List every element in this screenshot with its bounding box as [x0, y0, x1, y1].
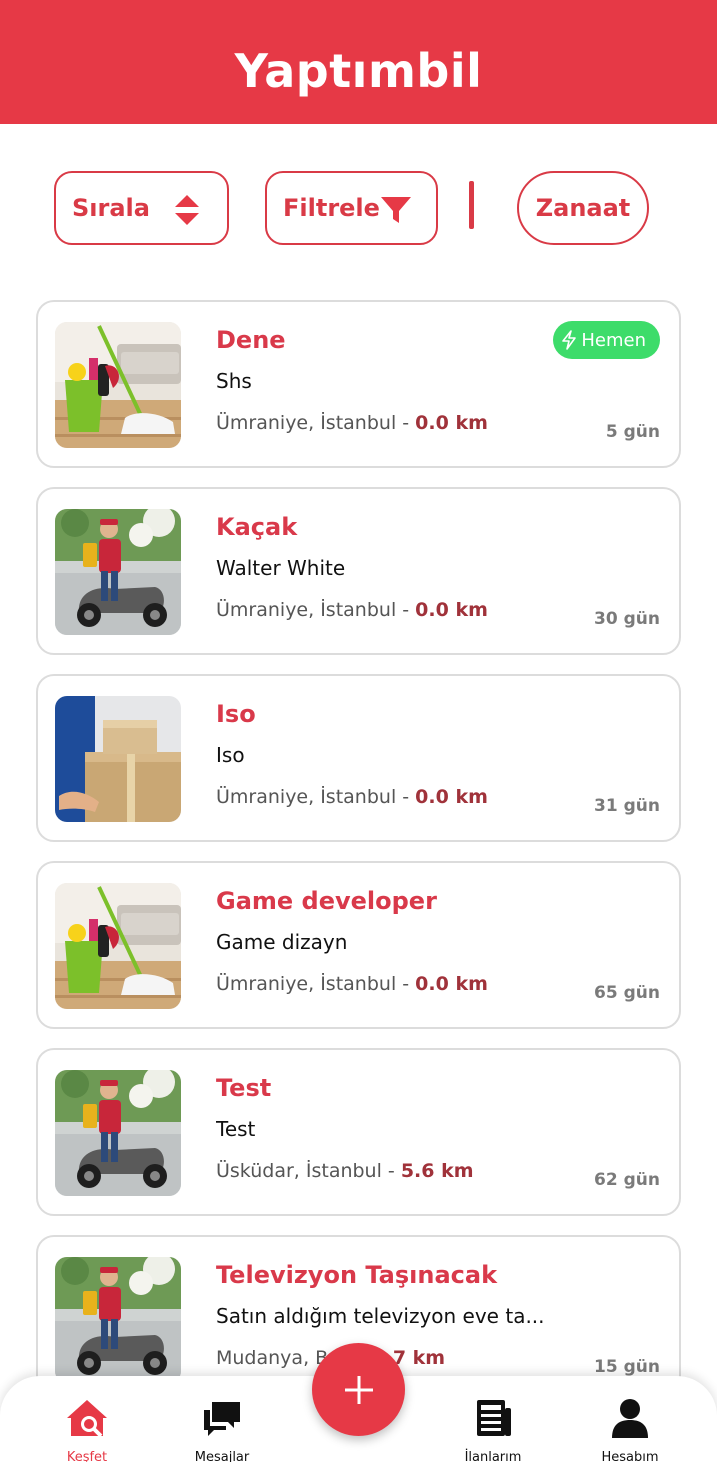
listing-title: Iso — [216, 700, 256, 728]
listing-title: Game developer — [216, 887, 437, 915]
lightning-icon — [562, 330, 577, 350]
nav-label: Keşfet — [66, 1450, 108, 1462]
listing-card[interactable]: Dene Shs Ümraniye, İstanbul - 0.0 km Hem… — [36, 300, 681, 468]
listing-age: 30 gün — [594, 609, 660, 629]
listing-subtitle: Test — [216, 1117, 256, 1141]
listing-distance: 0.0 km — [415, 412, 488, 434]
listing-subtitle: Walter White — [216, 556, 346, 580]
listing-title: Dene — [216, 326, 286, 354]
nav-label: Hesabım — [601, 1450, 659, 1462]
listing-card[interactable]: Game developer Game dizayn Ümraniye, İst… — [36, 861, 681, 1029]
listing-title: Test — [216, 1074, 272, 1102]
nav-item-messages[interactable]: Mesajlar — [167, 1394, 277, 1462]
listing-distance: 0.0 km — [415, 973, 488, 995]
add-listing-button[interactable] — [312, 1343, 405, 1436]
nav-item-discover[interactable]: Keşfet — [32, 1394, 142, 1462]
craft-button[interactable]: Zanaat — [517, 171, 649, 245]
listing-image — [55, 509, 181, 635]
listing-location: Ümraniye, İstanbul - 0.0 km — [216, 973, 488, 995]
listing-location: Ümraniye, İstanbul - 0.0 km — [216, 599, 488, 621]
urgent-badge: Hemen — [553, 321, 660, 359]
listing-age: 15 gün — [594, 1357, 660, 1377]
listing-card[interactable]: Iso Iso Ümraniye, İstanbul - 0.0 km 31 g… — [36, 674, 681, 842]
listing-location: Üsküdar, İstanbul - 5.6 km — [216, 1160, 474, 1182]
nav-label: Mesajlar — [194, 1450, 250, 1462]
listing-age: 5 gün — [605, 422, 660, 442]
sort-label: Sırala — [72, 194, 150, 222]
listing-distance: 5.6 km — [400, 1160, 474, 1182]
listing-age: 62 gün — [594, 1170, 660, 1190]
nav-item-my-listings[interactable]: İlanlarım — [438, 1394, 548, 1462]
toolbar-divider — [469, 181, 474, 229]
sort-arrows-icon — [175, 195, 199, 225]
listing-location: Ümraniye, İstanbul - 0.0 km — [216, 786, 488, 808]
plus-icon — [344, 1375, 373, 1404]
filter-funnel-icon — [381, 197, 411, 223]
listing-title: Kaçak — [216, 513, 298, 541]
listing-title: Televizyon Taşınacak — [216, 1261, 498, 1289]
filter-button[interactable]: Filtrele — [265, 171, 438, 245]
list-toolbar: Sırala Filtrele Zanaat — [0, 171, 717, 247]
sort-button[interactable]: Sırala — [54, 171, 229, 245]
filter-label: Filtrele — [283, 194, 380, 222]
listing-distance: 0.0 km — [415, 786, 488, 808]
chat-icon — [204, 1402, 240, 1436]
listing-distance: 0.0 km — [415, 599, 488, 621]
listing-age: 65 gün — [594, 983, 660, 1003]
newspaper-icon — [477, 1400, 511, 1436]
listing-image — [55, 322, 181, 448]
craft-label: Zanaat — [535, 194, 631, 222]
listing-card[interactable]: Kaçak Walter White Ümraniye, İstanbul - … — [36, 487, 681, 655]
listing-subtitle: Shs — [216, 369, 252, 393]
listing-subtitle: Satın aldığım televizyon eve ta... — [216, 1304, 545, 1328]
home-search-icon — [67, 1400, 107, 1438]
listing-subtitle: Game dizayn — [216, 930, 348, 954]
nav-item-account[interactable]: Hesabım — [575, 1394, 685, 1462]
listing-card[interactable]: Test Test Üsküdar, İstanbul - 5.6 km 62 … — [36, 1048, 681, 1216]
listing-image — [55, 883, 181, 1009]
listing-subtitle: Iso — [216, 743, 245, 767]
listing-age: 31 gün — [594, 796, 660, 816]
user-icon — [612, 1399, 648, 1438]
listing-image — [55, 1257, 181, 1383]
app-header: Yaptımbil — [0, 0, 717, 124]
listing-location: Ümraniye, İstanbul - 0.0 km — [216, 412, 488, 434]
listing-image — [55, 1070, 181, 1196]
nav-label: İlanlarım — [464, 1450, 522, 1462]
app-title: Yaptımbil — [234, 44, 483, 98]
listing-image — [55, 696, 181, 822]
